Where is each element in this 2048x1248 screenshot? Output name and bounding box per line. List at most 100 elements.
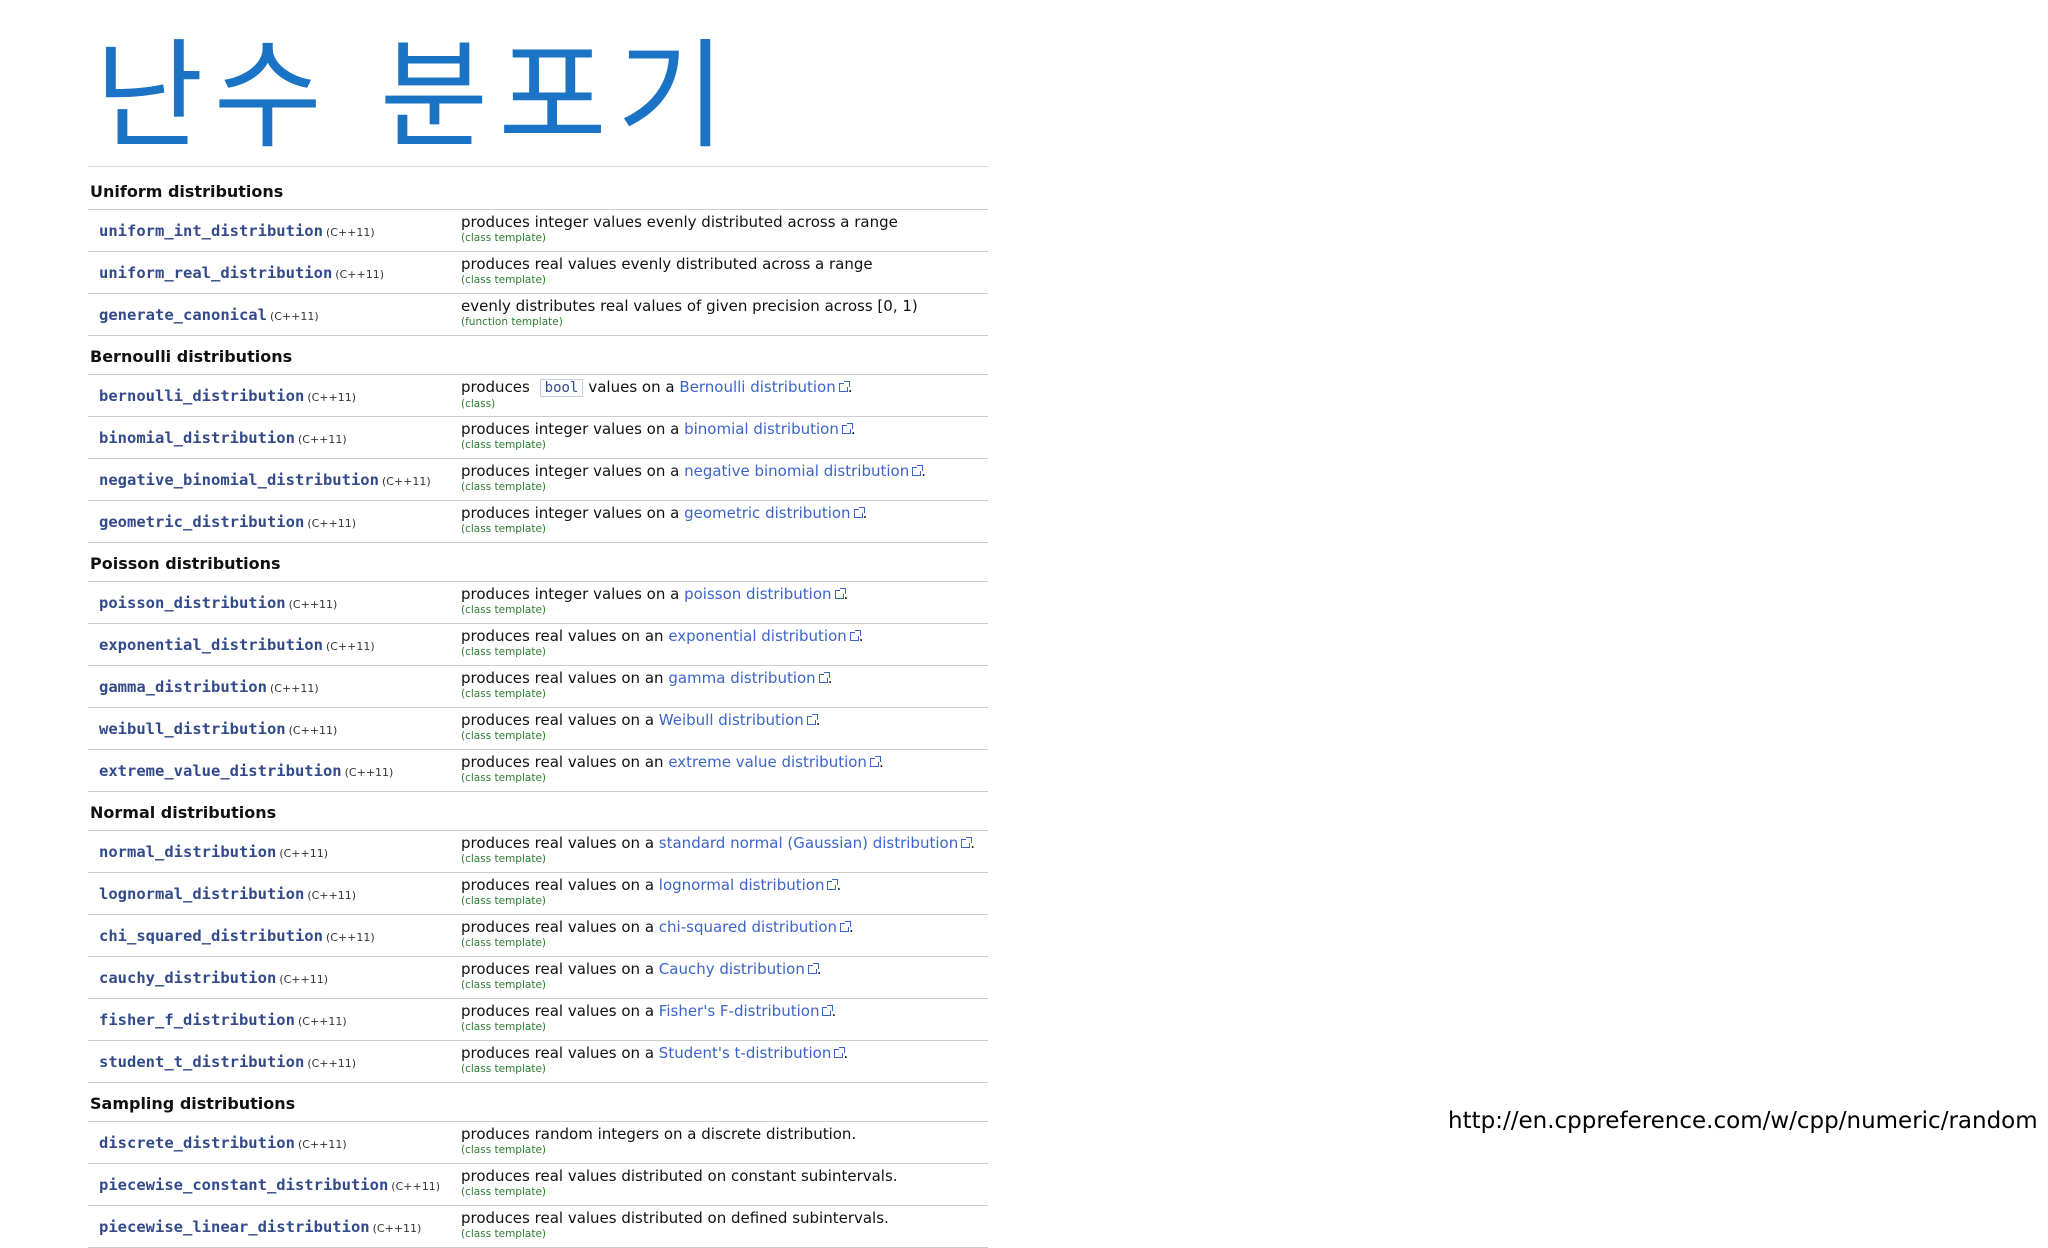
description-cell: produces real values on a standard norma… [461, 830, 988, 873]
name-cell: poisson_distribution (C++11) [88, 581, 461, 624]
external-link-icon [961, 837, 973, 848]
section-heading-row: Sampling distributions [88, 1082, 988, 1122]
function-name-link[interactable]: weibull_distribution [99, 720, 286, 738]
std-version-tag: (C++11) [335, 268, 384, 281]
wikipedia-link[interactable]: negative binomial distribution [684, 462, 909, 480]
function-name-link[interactable]: negative_binomial_distribution [99, 471, 379, 489]
description-text: produces integer values on a poisson dis… [461, 585, 988, 604]
external-link-icon [838, 381, 850, 392]
description-prefix: produces real values on a [461, 918, 655, 936]
description-text: produces real values on a Student's t-di… [461, 1044, 988, 1063]
slide-title: 난수 분포기 [95, 27, 736, 165]
function-name-link[interactable]: generate_canonical [99, 306, 267, 324]
entity-kind-label: (class template) [461, 481, 546, 493]
description-cell: produces real values distributed on defi… [461, 1205, 988, 1248]
wikipedia-link[interactable]: lognormal distribution [659, 876, 825, 894]
table-row: weibull_distribution (C++11) produces real… [88, 707, 988, 750]
wikipedia-link[interactable]: gamma distribution [668, 669, 815, 687]
description-cell: produces real values on an exponential d… [461, 623, 988, 666]
function-name-link[interactable]: fisher_f_distribution [99, 1011, 295, 1029]
description-text: produces real values on an gamma distrib… [461, 669, 988, 688]
description-text: produces real values on a Weibull distri… [461, 711, 988, 730]
wikipedia-link[interactable]: chi-squared distribution [659, 918, 837, 936]
description-cell: produces integer values on a negative bi… [461, 458, 988, 501]
section-heading: Uniform distributions [88, 171, 988, 210]
name-cell: bernoulli_distribution (C++11) [88, 374, 461, 417]
table-row: piecewise_linear_distribution (C++11) prod… [88, 1205, 988, 1248]
description-cell: produces integer values evenly distribut… [461, 209, 988, 252]
name-cell: piecewise_constant_distribution (C++11) [88, 1163, 461, 1206]
wikipedia-link[interactable]: Student's t-distribution [659, 1044, 832, 1062]
entity-kind-label: (class template) [461, 730, 546, 742]
wikipedia-link[interactable]: Bernoulli distribution [679, 378, 835, 396]
description-cell: produces random integers on a discrete d… [461, 1121, 988, 1164]
description-text: evenly distributes real values of given … [461, 297, 918, 315]
name-cell: binomial_distribution (C++11) [88, 416, 461, 459]
wikipedia-link[interactable]: binomial distribution [684, 420, 839, 438]
function-name-link[interactable]: geometric_distribution [99, 513, 304, 531]
external-link-icon [869, 756, 881, 767]
function-name-link[interactable]: discrete_distribution [99, 1134, 295, 1152]
description-text: produces real values distributed on cons… [461, 1167, 898, 1185]
wikipedia-link[interactable]: Weibull distribution [659, 711, 804, 729]
section-heading-row: Bernoulli distributions [88, 335, 988, 375]
function-name-link[interactable]: uniform_int_distribution [99, 222, 323, 240]
function-name-link[interactable]: bernoulli_distribution [99, 387, 304, 405]
std-version-tag: (C++11) [381, 475, 431, 488]
wikipedia-link[interactable]: exponential distribution [668, 627, 846, 645]
name-cell: exponential_distribution (C++11) [88, 623, 461, 666]
description-cell: produces real values on a Fisher's F-dis… [461, 998, 988, 1041]
std-version-tag: (C++11) [372, 1222, 422, 1235]
wikipedia-link[interactable]: poisson distribution [684, 585, 831, 603]
source-url-link[interactable]: http://en.cppreference.com/w/cpp/numeric… [1448, 1108, 2038, 1134]
description-text: produces real values on an extreme value… [461, 753, 988, 772]
function-name-link[interactable]: poisson_distribution [99, 594, 286, 612]
description-text: produces real values evenly distributed … [461, 255, 873, 273]
external-link-icon [806, 714, 818, 725]
function-name-link[interactable]: exponential_distribution [99, 636, 323, 654]
description-prefix: produces real values on a [461, 1044, 655, 1062]
function-name-link[interactable]: extreme_value_distribution [99, 762, 342, 780]
function-name-link[interactable]: gamma_distribution [99, 678, 267, 696]
function-name-link[interactable]: student_t_distribution [99, 1053, 304, 1071]
std-version-tag: (C++11) [297, 433, 347, 446]
description-prefix: produces real values on an [461, 753, 664, 771]
function-name-link[interactable]: normal_distribution [99, 843, 276, 861]
section-heading-row: Poisson distributions [88, 542, 988, 582]
wikipedia-link[interactable]: standard normal (Gaussian) distribution [659, 834, 958, 852]
wikipedia-link[interactable]: Fisher's F-distribution [659, 1002, 820, 1020]
table-row: negative_binomial_distribution (C++11) pro… [88, 458, 988, 501]
inline-code[interactable]: bool [539, 379, 584, 397]
function-name-link[interactable]: uniform_real_distribution [99, 264, 332, 282]
name-cell: uniform_real_distribution (C++11) [88, 251, 461, 294]
description-prefix: produces real values on a [461, 876, 655, 894]
external-link-icon [834, 1047, 846, 1058]
external-link-icon [912, 465, 924, 476]
description-cell: produces bool values on a Bernoulli distr… [461, 374, 988, 417]
description-text: produces random integers on a discrete d… [461, 1125, 857, 1143]
function-name-link[interactable]: binomial_distribution [99, 429, 295, 447]
wikipedia-link[interactable]: Cauchy distribution [659, 960, 805, 978]
function-name-link[interactable]: lognormal_distribution [99, 885, 304, 903]
wikipedia-link[interactable]: extreme value distribution [668, 753, 867, 771]
entity-kind-label: (class template) [461, 274, 546, 286]
description-prefix: produces real values on a [461, 960, 655, 978]
function-name-link[interactable]: piecewise_linear_distribution [99, 1218, 370, 1236]
name-cell: fisher_f_distribution (C++11) [88, 998, 461, 1041]
function-name-link[interactable]: chi_squared_distribution [99, 927, 323, 945]
function-name-link[interactable]: piecewise_constant_distribution [99, 1176, 388, 1194]
wikipedia-link[interactable]: geometric distribution [684, 504, 850, 522]
entity-kind-label: (class template) [461, 646, 546, 658]
external-link-icon [849, 630, 861, 641]
std-version-tag: (C++11) [307, 1057, 357, 1070]
description-text: produces bool values on a Bernoulli distr… [461, 378, 988, 398]
description-cell: produces real values on a chi-squared di… [461, 914, 988, 957]
entity-kind-label: (class template) [461, 1186, 546, 1198]
entity-kind-label: (class template) [461, 1021, 546, 1033]
std-version-tag: (C++11) [269, 310, 319, 323]
std-version-tag: (C++11) [269, 682, 319, 695]
entity-kind-label: (class template) [461, 937, 546, 949]
external-link-icon [822, 1005, 834, 1016]
function-name-link[interactable]: cauchy_distribution [99, 969, 276, 987]
description-cell: produces real values on a Cauchy distrib… [461, 956, 988, 999]
